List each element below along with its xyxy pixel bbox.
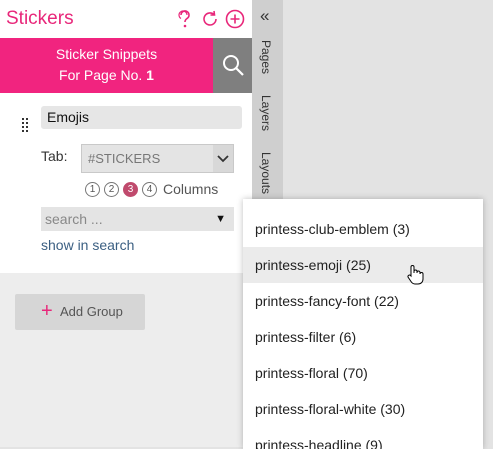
chevron-down-icon <box>213 145 233 172</box>
dropdown-caret-icon: ▼ <box>215 213 226 225</box>
panel-title: Stickers <box>6 8 74 29</box>
add-circle-icon[interactable] <box>224 8 246 30</box>
sticker-search-select[interactable]: search ... ▼ <box>41 207 234 231</box>
tab-label: Tab: <box>41 148 68 164</box>
stickers-panel: Stickers Sticker Snippets For Page No. 1… <box>0 0 252 447</box>
header-actions <box>174 8 246 30</box>
banner-subtitle: For Page No. 1 <box>0 65 213 86</box>
help-icon[interactable] <box>174 8 196 30</box>
dropdown-option-hovered[interactable]: printess-emoji (25) <box>243 247 483 283</box>
plus-icon: + <box>41 300 53 322</box>
search-icon <box>223 55 244 76</box>
group-name-input[interactable]: Emojis <box>41 106 242 129</box>
sticker-snippets-banner: Sticker Snippets For Page No. 1 <box>0 38 213 93</box>
columns-label: Columns <box>163 181 219 197</box>
add-group-label: Add Group <box>60 304 123 319</box>
tab-select[interactable]: #STICKERS <box>81 144 234 173</box>
search-placeholder: search ... <box>45 211 103 227</box>
banner-title: Sticker Snippets <box>55 46 158 62</box>
refresh-icon[interactable] <box>199 8 221 30</box>
tab-select-value: #STICKERS <box>88 151 161 166</box>
tab-pages[interactable]: Pages <box>259 40 273 74</box>
dropdown-option[interactable]: printess-filter (6) <box>243 319 483 355</box>
columns-selector: 1 2 3 4 Columns <box>85 181 218 197</box>
search-button[interactable] <box>213 38 252 93</box>
dropdown-option[interactable]: printess-floral (70) <box>243 355 483 391</box>
sticker-tag-dropdown: printess-club-emblem (3) printess-emoji … <box>243 199 483 449</box>
column-option-2[interactable]: 2 <box>104 181 119 197</box>
page-prefix: For Page No. <box>59 67 143 83</box>
column-option-4[interactable]: 4 <box>142 181 157 197</box>
page-number: 1 <box>146 67 154 83</box>
drag-handle-icon[interactable] <box>22 118 30 137</box>
column-option-1[interactable]: 1 <box>85 181 100 197</box>
show-in-search-link[interactable]: show in search <box>41 237 134 253</box>
panel-header: Stickers <box>0 0 252 38</box>
dropdown-option[interactable]: printess-fancy-font (22) <box>243 283 483 319</box>
tab-layers[interactable]: Layers <box>259 95 273 131</box>
collapse-left-icon[interactable]: « <box>260 6 269 26</box>
dropdown-option[interactable]: printess-headline (9) <box>243 427 483 449</box>
dropdown-option[interactable]: printess-floral-white (30) <box>243 391 483 427</box>
dropdown-option[interactable]: printess-club-emblem (3) <box>243 211 483 247</box>
tab-layouts[interactable]: Layouts <box>259 152 273 194</box>
add-group-button[interactable]: + Add Group <box>15 294 145 330</box>
column-option-3[interactable]: 3 <box>123 181 138 197</box>
hand-cursor-icon <box>406 264 424 291</box>
